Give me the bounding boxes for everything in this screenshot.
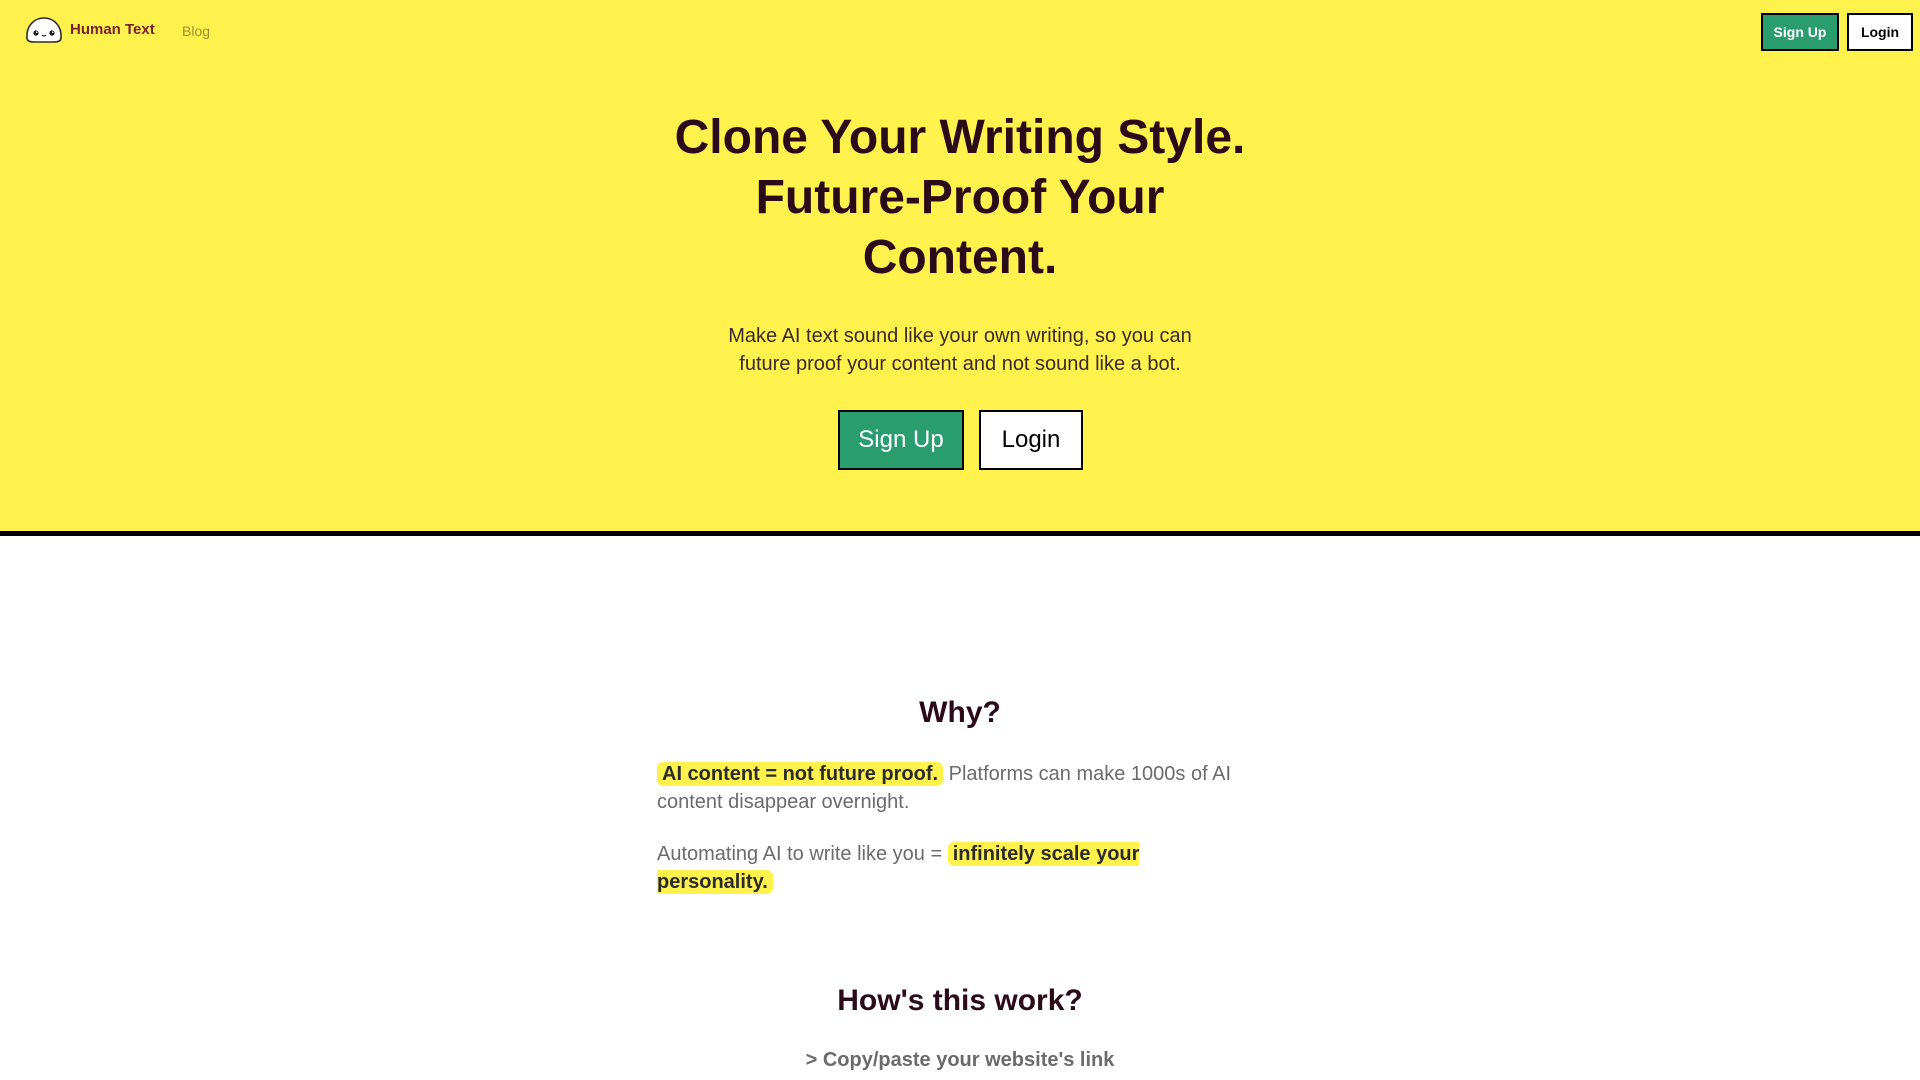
hero-title: Clone Your Writing Style. Future-Proof Y… xyxy=(674,111,1246,284)
nav-login-button[interactable]: Login xyxy=(1847,13,1913,51)
hero-signup-button[interactable]: Sign Up xyxy=(838,410,964,470)
hero-login-button[interactable]: Login xyxy=(979,410,1083,470)
paragraph-text: Automating AI to write like you = xyxy=(657,843,948,865)
hero-subtitle: Make AI text sound like your own writing… xyxy=(728,325,1192,375)
nav-signup-button[interactable]: Sign Up xyxy=(1761,13,1839,51)
highlight-text: AI content = not future proof. xyxy=(657,762,944,786)
top-navigation: Human Text Blog Sign Up Login xyxy=(0,0,1920,64)
brand-link[interactable]: Human Text xyxy=(24,14,155,44)
why-section-title: Why? xyxy=(919,696,1001,729)
why-paragraph-1: AI content = not future proof. Platforms… xyxy=(657,760,1257,816)
why-paragraph-2: Automating AI to write like you = infini… xyxy=(657,840,1257,896)
hero-section: Human Text Blog Sign Up Login Clone Your… xyxy=(0,0,1920,536)
blob-face-icon xyxy=(24,14,64,44)
brand-name: Human Text xyxy=(70,20,155,38)
how-step-1: > Copy/paste your website's link xyxy=(805,1049,1115,1071)
how-section-title: How's this work? xyxy=(837,984,1083,1017)
nav-link-blog[interactable]: Blog xyxy=(182,23,210,39)
